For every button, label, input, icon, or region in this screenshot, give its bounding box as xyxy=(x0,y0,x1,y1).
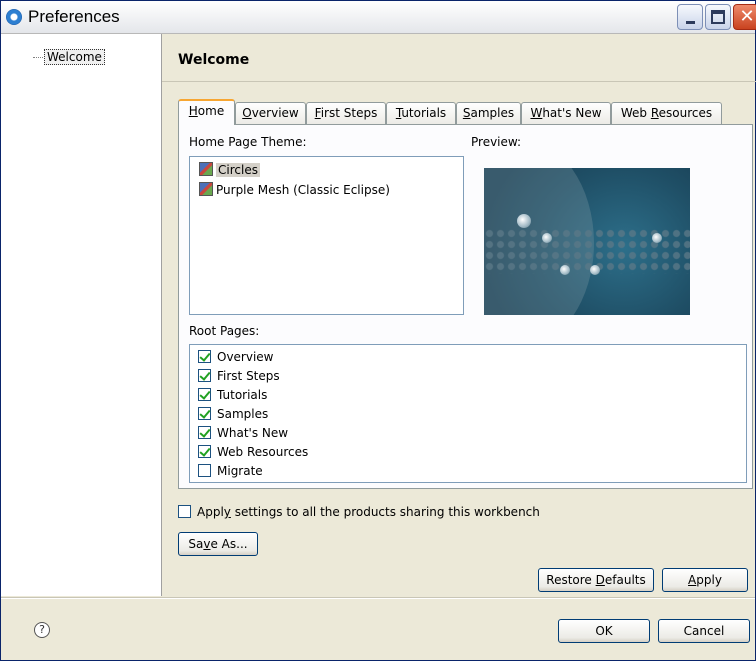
root-page-overview[interactable]: Overview xyxy=(198,348,274,366)
theme-item-purple-mesh[interactable]: Purple Mesh (Classic Eclipse) xyxy=(199,181,390,199)
window-title: Preferences xyxy=(28,7,120,26)
preview-orb xyxy=(517,214,531,228)
tab-home[interactable]: Home xyxy=(178,99,235,125)
maximize-button[interactable] xyxy=(705,4,731,30)
home-page-theme-label: Home Page Theme: xyxy=(189,135,307,149)
close-icon: ✕ xyxy=(739,6,755,27)
root-page-samples[interactable]: Samples xyxy=(198,405,268,423)
title-bar[interactable]: Preferences ✕ xyxy=(1,1,756,34)
save-as-button[interactable]: Save As... xyxy=(178,532,258,556)
apply-all-products-checkbox[interactable]: Apply settings to all the products shari… xyxy=(178,503,540,521)
ok-button[interactable]: OK xyxy=(558,619,650,643)
theme-icon xyxy=(199,162,213,176)
tree-item-welcome[interactable]: Welcome xyxy=(44,49,105,65)
root-page-first-steps[interactable]: First Steps xyxy=(198,367,280,385)
preview-orb xyxy=(560,265,570,275)
root-page-tutorials[interactable]: Tutorials xyxy=(198,386,267,404)
root-page-whats-new[interactable]: What's New xyxy=(198,424,288,442)
theme-list[interactable]: Circles Purple Mesh (Classic Eclipse) xyxy=(189,156,464,315)
maximize-icon xyxy=(711,10,725,24)
tab-web-resources[interactable]: Web Resources xyxy=(611,102,722,124)
preferences-window: Preferences ✕ Welcome Welcome Home Overv… xyxy=(0,0,756,661)
checkbox[interactable] xyxy=(198,350,211,363)
theme-preview-image xyxy=(484,168,690,315)
preview-label: Preview: xyxy=(471,135,522,149)
minimize-button[interactable] xyxy=(677,4,703,30)
cancel-button[interactable]: Cancel xyxy=(658,619,750,643)
tab-samples[interactable]: Samples xyxy=(456,102,521,124)
close-button[interactable]: ✕ xyxy=(733,4,756,30)
checkbox[interactable] xyxy=(178,505,191,518)
checkbox[interactable] xyxy=(198,445,211,458)
preview-orb xyxy=(652,233,662,243)
theme-icon xyxy=(199,182,213,196)
tab-tutorials[interactable]: Tutorials xyxy=(386,102,456,124)
root-pages-label: Root Pages: xyxy=(189,324,260,338)
header-divider xyxy=(162,81,756,82)
checkbox[interactable] xyxy=(198,426,211,439)
preview-orb xyxy=(542,233,552,243)
page-title: Welcome xyxy=(178,52,250,68)
preference-tree: Welcome xyxy=(1,34,162,596)
checkbox[interactable] xyxy=(198,464,211,477)
tab-first-steps[interactable]: First Steps xyxy=(306,102,386,124)
preview-orb xyxy=(590,265,600,275)
apply-button[interactable]: Apply xyxy=(662,568,748,592)
checkbox[interactable] xyxy=(198,388,211,401)
root-pages-list: Overview First Steps Tutorials Samples W… xyxy=(189,344,747,483)
checkbox[interactable] xyxy=(198,407,211,420)
restore-defaults-button[interactable]: Restore Defaults xyxy=(538,568,654,592)
tab-overview[interactable]: Overview xyxy=(235,102,306,124)
minimize-icon xyxy=(686,21,695,24)
theme-item-circles[interactable]: Circles xyxy=(199,161,260,179)
tab-whats-new[interactable]: What's New xyxy=(521,102,611,124)
preferences-app-icon xyxy=(6,9,22,25)
root-page-migrate[interactable]: Migrate xyxy=(198,462,263,480)
footer-divider-highlight xyxy=(1,598,755,599)
root-page-web-resources[interactable]: Web Resources xyxy=(198,443,308,461)
checkbox[interactable] xyxy=(198,369,211,382)
help-icon[interactable]: ? xyxy=(34,622,50,638)
